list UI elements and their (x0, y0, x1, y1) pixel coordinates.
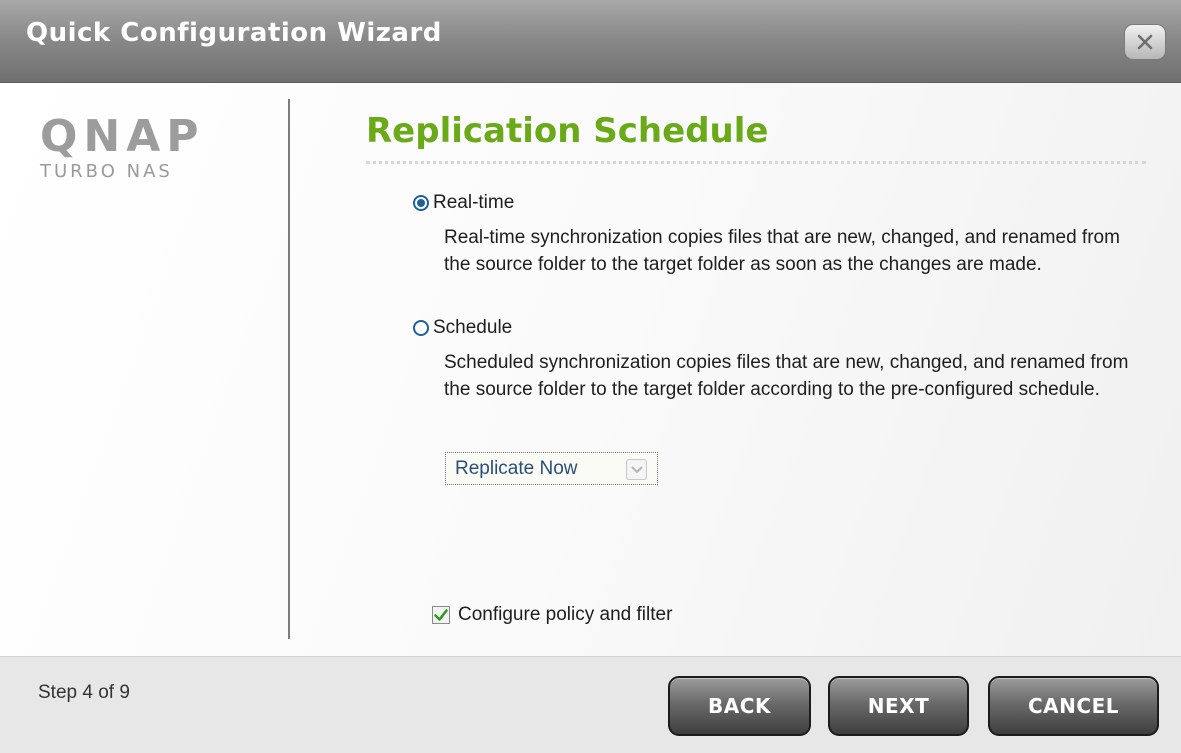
schedule-radio-option[interactable]: Schedule (413, 317, 512, 339)
radio-selected-dot (417, 199, 425, 207)
next-button[interactable]: NEXT (828, 676, 969, 736)
wizard-footer: Step 4 of 9 BACK NEXT CANCEL (0, 656, 1181, 753)
realtime-description: Real-time synchronization copies files t… (444, 227, 1120, 275)
vertical-divider (288, 99, 290, 639)
wizard-content: QNAP TURBO NAS Replication Schedule Real… (0, 83, 1181, 656)
schedule-radio[interactable] (413, 320, 429, 336)
cancel-button-label: CANCEL (1028, 694, 1119, 718)
wizard-window: Quick Configuration Wizard QNAP TURBO NA… (0, 0, 1181, 753)
policy-filter-option[interactable]: Configure policy and filter (432, 604, 672, 626)
chevron-down-icon[interactable] (626, 459, 647, 480)
close-button[interactable] (1124, 24, 1166, 60)
policy-filter-checkbox[interactable] (432, 606, 450, 624)
back-button-label: BACK (708, 694, 771, 718)
policy-filter-label: Configure policy and filter (458, 604, 673, 625)
checkmark-icon (434, 608, 448, 621)
cancel-button[interactable]: CANCEL (988, 676, 1159, 736)
schedule-description: Scheduled synchronization copies files t… (444, 352, 1129, 400)
next-button-label: NEXT (867, 694, 930, 718)
back-button[interactable]: BACK (668, 676, 811, 736)
close-icon (1137, 34, 1153, 50)
logo-brand: QNAP (40, 111, 205, 162)
page-title: Replication Schedule (366, 111, 769, 151)
schedule-label: Schedule (433, 317, 513, 338)
window-title: Quick Configuration Wizard (26, 18, 442, 48)
dotted-separator (366, 161, 1146, 164)
logo-subtitle: TURBO NAS (40, 161, 173, 182)
qnap-logo: QNAP TURBO NAS (40, 111, 205, 183)
schedule-select-value: Replicate Now (455, 458, 578, 479)
realtime-label: Real-time (433, 192, 515, 213)
realtime-radio-option[interactable]: Real-time (413, 192, 514, 214)
realtime-radio[interactable] (413, 195, 429, 211)
step-indicator: Step 4 of 9 (38, 682, 130, 703)
schedule-select[interactable]: Replicate Now (445, 452, 658, 485)
title-bar: Quick Configuration Wizard (0, 0, 1181, 83)
